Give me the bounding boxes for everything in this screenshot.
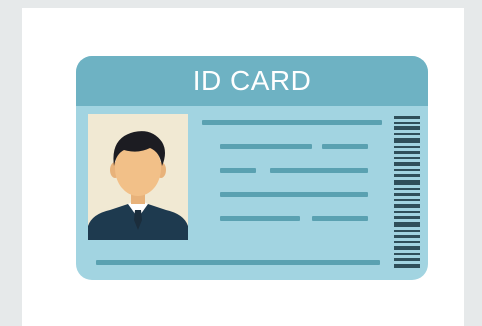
info-line xyxy=(270,168,368,173)
person-avatar-icon xyxy=(88,114,188,240)
id-card: ID CARD xyxy=(76,56,428,280)
info-line xyxy=(312,216,368,221)
card-title: ID CARD xyxy=(192,65,312,96)
barcode-icon xyxy=(394,116,420,268)
info-line xyxy=(220,216,300,221)
info-line xyxy=(220,192,368,197)
info-line xyxy=(220,168,256,173)
info-line xyxy=(202,120,382,125)
card-header: ID CARD xyxy=(76,56,428,106)
info-line xyxy=(220,144,312,149)
info-line xyxy=(322,144,368,149)
info-line xyxy=(96,260,380,265)
